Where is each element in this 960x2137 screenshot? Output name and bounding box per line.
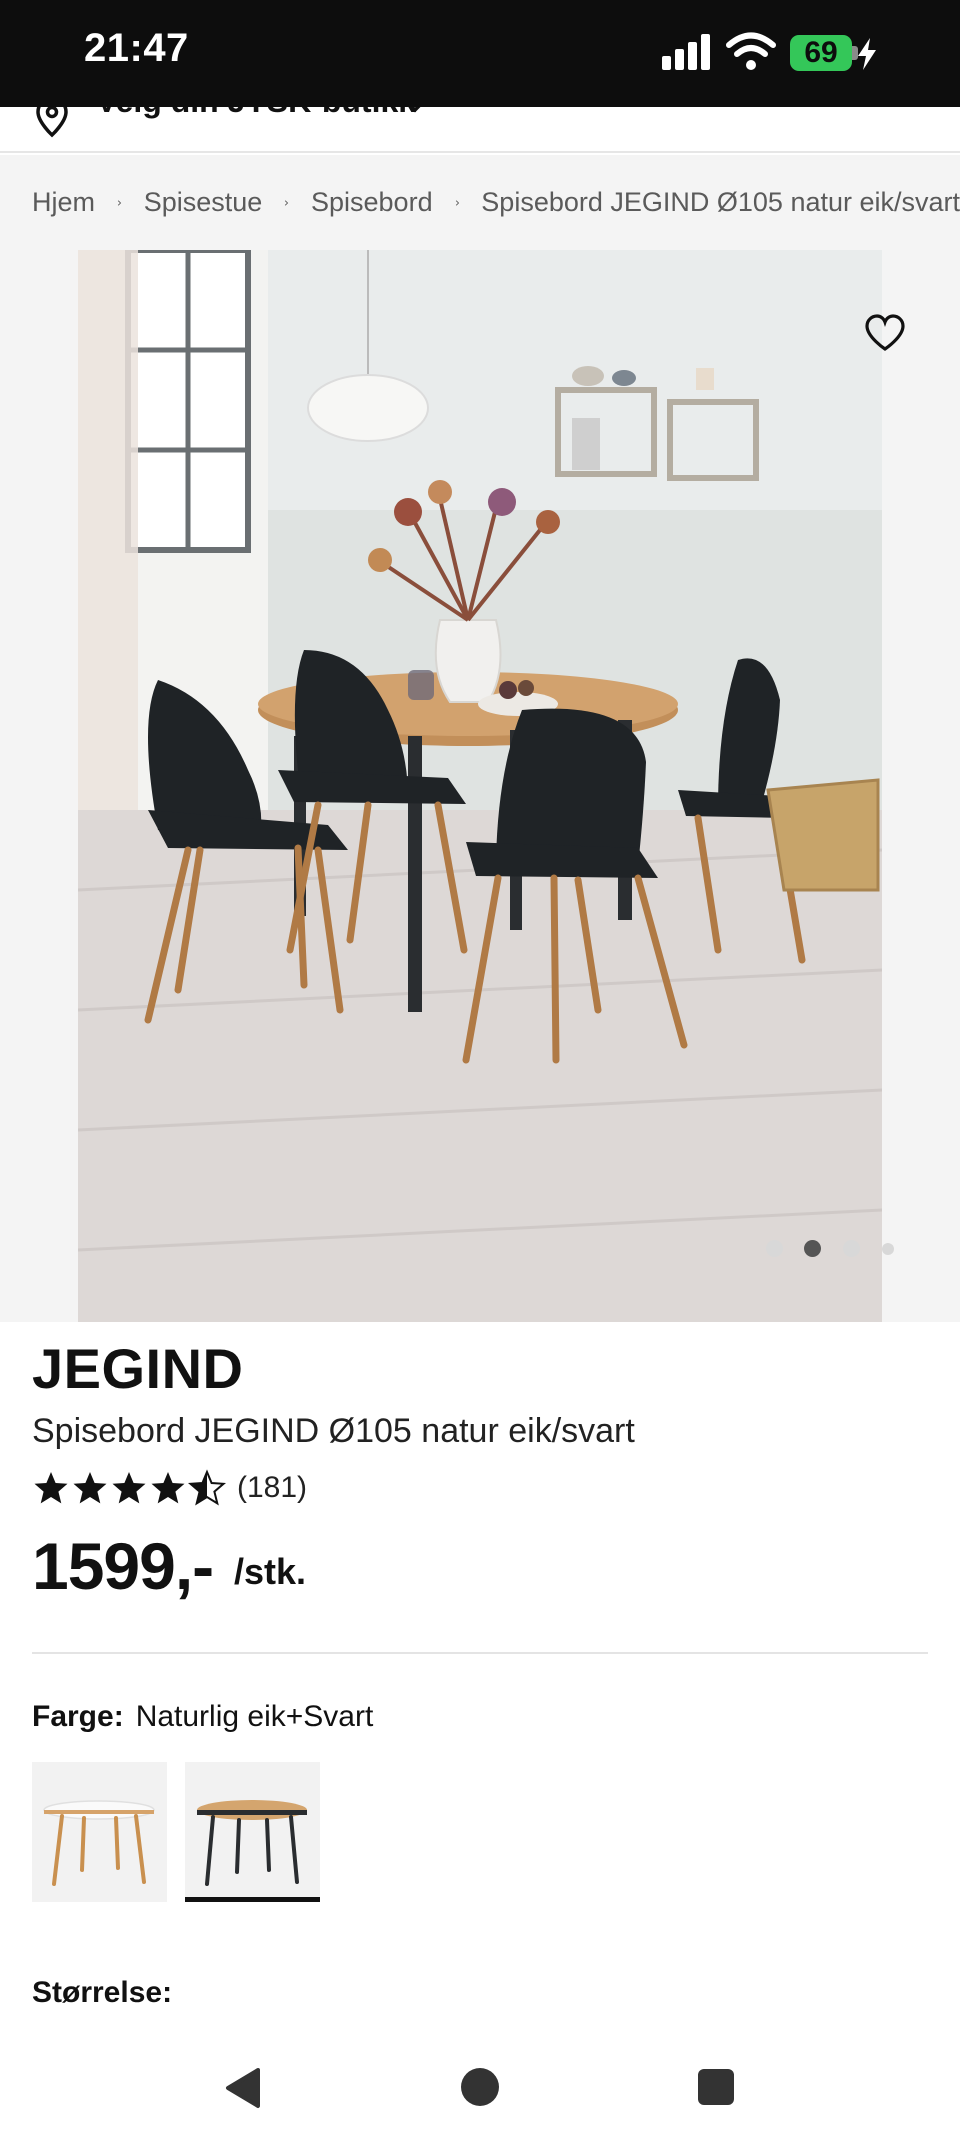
heart-icon[interactable]: [864, 314, 906, 352]
price-unit: /stk.: [234, 1551, 307, 1592]
rating-count: (181): [237, 1471, 308, 1504]
breadcrumb-current: Spisebord JEGIND Ø105 natur eik/svart: [481, 187, 960, 217]
gallery-dot[interactable]: [766, 1240, 783, 1257]
product-name: Spisebord JEGIND Ø105 natur eik/svart: [32, 1412, 635, 1450]
chevron-right-icon: [455, 199, 459, 206]
product-gallery[interactable]: [0, 250, 960, 1322]
breadcrumb-dining-room[interactable]: Spisestue: [144, 187, 263, 218]
table-thumbnail-white: [43, 1800, 155, 1886]
location-pin-icon: [36, 107, 68, 138]
star-full-icon: [151, 1472, 185, 1504]
chevron-right-icon: [117, 199, 122, 206]
store-selector-label: Velg din JYSK-butikk: [96, 107, 416, 120]
breadcrumb-dining-tables[interactable]: Spisebord: [311, 187, 433, 218]
size-label: Størrelse:: [32, 1976, 173, 2009]
color-label: Farge:: [32, 1700, 124, 1733]
color-selection: Farge: Naturlig eik+Svart: [32, 1700, 373, 1734]
breadcrumb: Hjem Spisestue Spisebord Spisebord JEGIN…: [0, 155, 960, 250]
recents-icon[interactable]: [698, 2069, 734, 2105]
store-selector[interactable]: Velg din JYSK-butikk: [0, 107, 960, 153]
star-full-icon: [73, 1472, 107, 1504]
rating-stars[interactable]: (181): [32, 1468, 307, 1508]
chevron-right-icon: [285, 199, 289, 206]
product-price: 1599,-: [32, 1529, 214, 1603]
back-icon[interactable]: [222, 2066, 262, 2110]
home-icon[interactable]: [461, 2068, 499, 2106]
product-brand: JEGIND: [32, 1337, 244, 1400]
star-half-icon: [188, 1469, 226, 1506]
star-full-icon: [112, 1472, 146, 1504]
charging-bolt-icon: [858, 38, 876, 70]
table-thumbnail-oak: [197, 1800, 307, 1886]
chevron-down-icon: [409, 107, 421, 113]
system-nav-bar: [0, 2040, 960, 2137]
color-value: Naturlig eik+Svart: [135, 1700, 374, 1733]
product-photo[interactable]: [78, 250, 882, 1322]
gallery-dot[interactable]: [843, 1240, 860, 1257]
gallery-pagination: [766, 1240, 906, 1258]
wifi-icon: [726, 32, 776, 70]
status-time: 21:47: [84, 26, 189, 70]
gallery-dot[interactable]: [882, 1243, 894, 1255]
breadcrumb-home[interactable]: Hjem: [32, 187, 95, 218]
color-option-white-oak[interactable]: [32, 1762, 167, 1902]
battery-icon: 69: [790, 35, 852, 71]
divider: [32, 1652, 928, 1654]
gallery-dot-active[interactable]: [804, 1240, 821, 1257]
star-full-icon: [34, 1472, 68, 1504]
color-option-oak-black[interactable]: [185, 1762, 320, 1902]
signal-icon: [662, 34, 712, 70]
status-bar: 21:47 69: [0, 0, 960, 107]
